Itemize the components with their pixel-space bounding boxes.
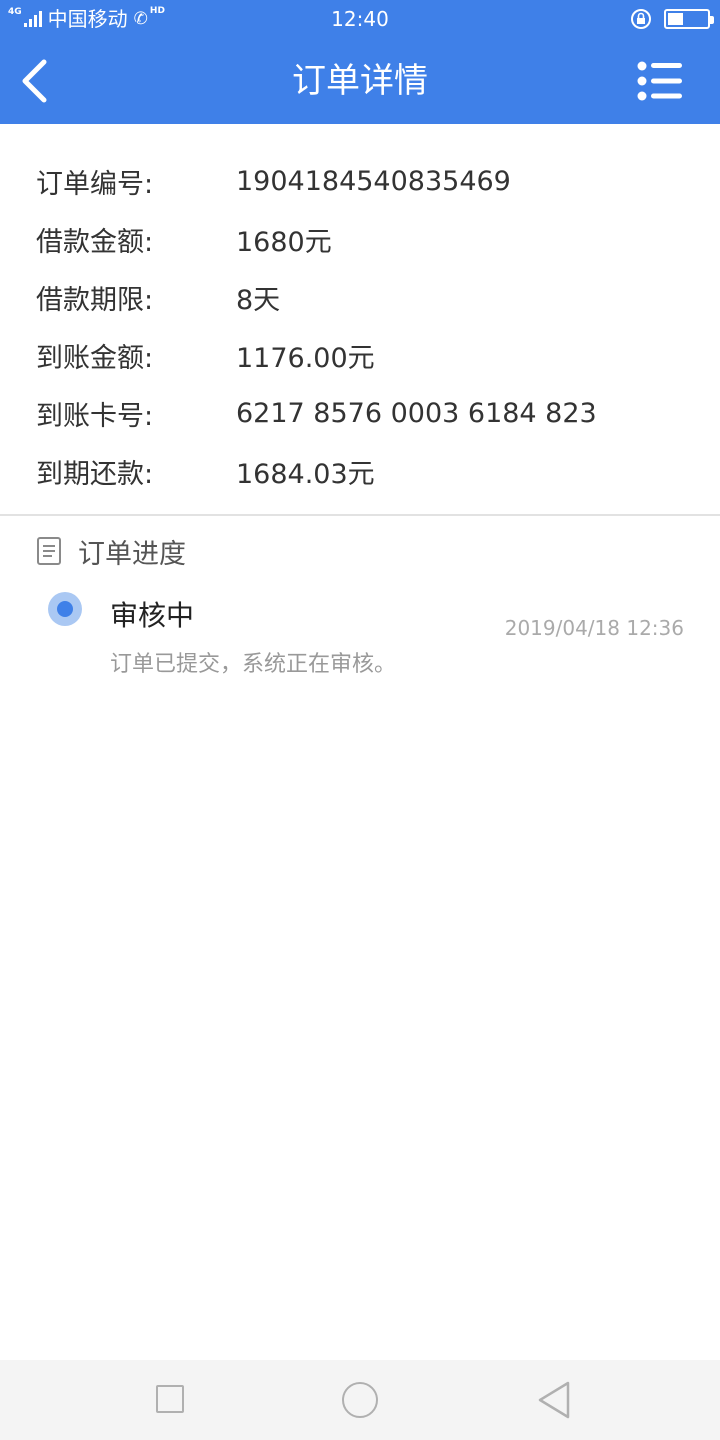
battery-icon xyxy=(664,9,714,29)
progress-description: 订单已提交，系统正在审核。 xyxy=(110,652,397,677)
progress-section-header: 订单进度 xyxy=(36,530,186,572)
progress-section-title: 订单进度 xyxy=(78,538,186,570)
detail-value: 8天 xyxy=(236,284,281,316)
chevron-left-icon xyxy=(22,59,47,103)
menu-button[interactable] xyxy=(636,60,684,102)
detail-label: 借款金额: xyxy=(36,226,154,258)
back-icon[interactable] xyxy=(536,1380,572,1420)
status-bar: 4G 中国移动 ✆ HD 12:40 xyxy=(0,0,720,38)
detail-row-received-amount: 到账金额: 1176.00元 xyxy=(36,326,375,384)
order-details: 订单编号: 1904184540835469 借款金额: 1680元 借款期限:… xyxy=(0,124,720,516)
detail-row-card-number: 到账卡号: 6217 8576 0003 6184 823 xyxy=(36,384,597,442)
document-icon xyxy=(37,537,61,565)
detail-label: 借款期限: xyxy=(36,284,154,316)
detail-row-loan-amount: 借款金额: 1680元 xyxy=(36,210,332,268)
status-right xyxy=(630,7,714,31)
detail-value: 6217 8576 0003 6184 823 xyxy=(236,397,597,429)
recent-apps-icon[interactable] xyxy=(156,1385,184,1413)
title-bar: 订单详情 xyxy=(0,38,720,124)
page-title: 订单详情 xyxy=(292,61,428,101)
detail-label: 到账卡号: xyxy=(36,400,154,432)
back-button[interactable] xyxy=(14,54,54,108)
status-time: 12:40 xyxy=(331,7,389,31)
detail-value: 1684.03元 xyxy=(236,458,375,490)
detail-label: 到期还款: xyxy=(36,458,154,490)
progress-status: 审核中 xyxy=(110,599,195,632)
app-header: 4G 中国移动 ✆ HD 12:40 订单详情 xyxy=(0,0,720,124)
detail-label: 订单编号: xyxy=(36,168,154,200)
detail-value: 1680元 xyxy=(236,226,332,258)
detail-value: 1176.00元 xyxy=(236,342,375,374)
detail-label: 到账金额: xyxy=(36,342,154,374)
list-menu-icon xyxy=(637,61,682,101)
system-nav-bar xyxy=(0,1360,720,1440)
detail-value: 1904184540835469 xyxy=(236,165,511,197)
rotation-lock-icon xyxy=(631,9,651,29)
home-icon[interactable] xyxy=(342,1382,378,1418)
detail-row-order-number: 订单编号: 1904184540835469 xyxy=(36,152,511,210)
progress-timestamp: 2019/04/18 12:36 xyxy=(504,616,684,640)
detail-row-loan-term: 借款期限: 8天 xyxy=(36,268,280,326)
progress-status-dot xyxy=(48,592,82,626)
detail-row-repayment: 到期还款: 1684.03元 xyxy=(36,442,375,500)
